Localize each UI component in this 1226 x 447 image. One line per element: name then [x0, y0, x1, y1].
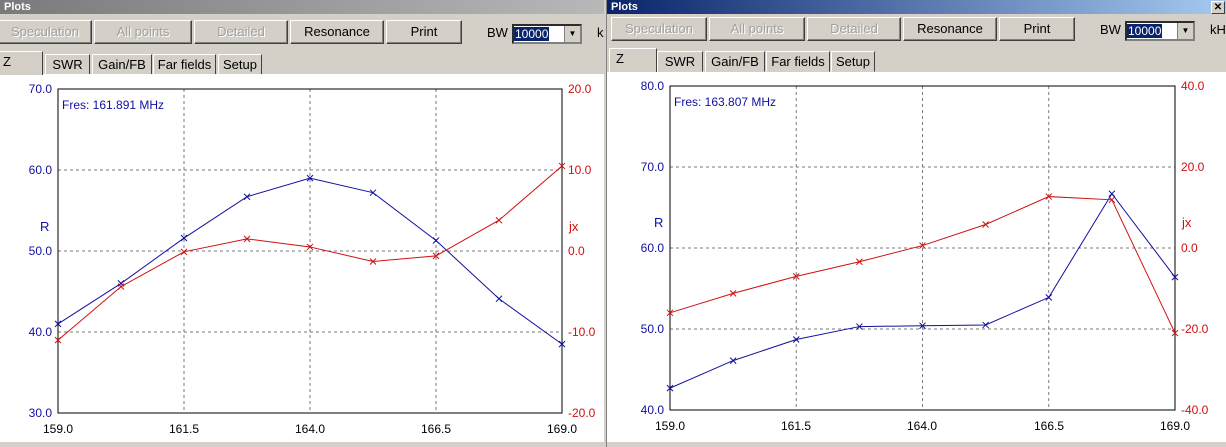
resonance-button[interactable]: Resonance — [290, 20, 384, 44]
x-tick-label: 169.0 — [1160, 419, 1190, 433]
y-left-tick-label: 60.0 — [641, 241, 665, 255]
y-right-axis-label: jx — [1181, 215, 1192, 230]
tab-z[interactable]: Z — [0, 51, 43, 75]
data-point-r — [243, 193, 251, 201]
chevron-down-icon[interactable]: ▼ — [1177, 23, 1193, 39]
y-right-tick-label: -10.0 — [568, 325, 596, 339]
window-titlebar[interactable]: Plots — [0, 0, 604, 14]
x-tick-label: 159.0 — [43, 422, 73, 436]
x-tick-label: 161.5 — [781, 419, 811, 433]
y-left-axis-label: R — [40, 219, 49, 234]
status-strip — [607, 442, 1226, 447]
y-left-axis-label: R — [654, 215, 663, 230]
y-right-tick-label: 40.0 — [1181, 79, 1205, 93]
tab-far-fields[interactable]: Far fields — [153, 54, 216, 75]
window-title: Plots — [611, 1, 638, 13]
y-left-tick-labels: 80.0 70.0 60.0 50.0 40.0 — [641, 79, 665, 417]
x-tick-label: 169.0 — [547, 422, 577, 436]
y-left-tick-label: 30.0 — [29, 406, 53, 420]
close-icon[interactable]: ✕ — [1211, 1, 1225, 14]
y-right-tick-labels: 20.0 10.0 0.0 -10.0 -20.0 — [568, 82, 596, 420]
x-tick-label: 159.0 — [655, 419, 685, 433]
data-point-r — [729, 357, 737, 364]
x-tick-labels: 159.0 161.5 164.0 166.5 169.0 — [43, 422, 577, 436]
chevron-down-icon[interactable]: ▼ — [564, 26, 580, 42]
y-right-tick-label: -20.0 — [1181, 322, 1209, 336]
plot-area: 159.0 161.5 164.0 166.5 169.0 80.0 70.0 … — [607, 72, 1226, 447]
y-left-tick-label: 60.0 — [29, 163, 53, 177]
status-strip — [0, 442, 604, 447]
y-left-tick-label: 50.0 — [641, 322, 665, 336]
impedance-chart: 159.0 161.5 164.0 166.5 169.0 80.0 70.0 … — [641, 79, 1209, 433]
print-button[interactable]: Print — [386, 20, 462, 44]
y-right-tick-label: 10.0 — [568, 163, 592, 177]
impedance-chart: 159.0 161.5 164.0 166.5 169.0 70.0 60.0 … — [29, 82, 596, 436]
plot-area: 159.0 161.5 164.0 166.5 169.0 70.0 60.0 … — [0, 74, 604, 447]
y-left-tick-label: 40.0 — [29, 325, 53, 339]
speculation-button[interactable]: Speculation — [0, 20, 92, 44]
bw-label: BW — [487, 25, 508, 40]
x-tick-label: 166.5 — [421, 422, 451, 436]
data-point-jx — [982, 221, 989, 228]
data-point-jx — [729, 290, 737, 297]
data-point-r — [1108, 190, 1116, 198]
y-right-tick-label: -40.0 — [1181, 403, 1209, 417]
tab-swr[interactable]: SWR — [657, 51, 703, 72]
x-tick-label: 164.0 — [295, 422, 325, 436]
x-tick-label: 164.0 — [907, 419, 937, 433]
bw-unit: kHz — [1210, 22, 1226, 37]
tab-setup[interactable]: Setup — [218, 54, 262, 75]
detailed-button[interactable]: Detailed — [807, 17, 901, 41]
y-left-tick-labels: 70.0 60.0 50.0 40.0 30.0 — [29, 82, 53, 420]
y-right-tick-label: 20.0 — [568, 82, 592, 96]
resonance-frequency-label: Fres: 163.807 MHz — [674, 95, 776, 109]
tab-gain-fb[interactable]: Gain/FB — [92, 54, 152, 75]
print-button[interactable]: Print — [999, 17, 1075, 41]
grid-lines — [58, 89, 562, 413]
tab-z[interactable]: Z — [609, 48, 657, 72]
x-tick-label: 166.5 — [1034, 419, 1064, 433]
tab-setup[interactable]: Setup — [831, 51, 875, 72]
bw-select[interactable]: 10000 ▼ — [1125, 21, 1195, 41]
window-title: Plots — [4, 1, 31, 13]
y-left-tick-label: 70.0 — [29, 82, 53, 96]
x-tick-label: 161.5 — [169, 422, 199, 436]
bw-select[interactable]: 10000 ▼ — [512, 24, 582, 44]
y-right-tick-label: 20.0 — [1181, 160, 1205, 174]
data-point-jx — [117, 283, 125, 290]
data-point-r — [1045, 294, 1053, 301]
y-right-tick-label: -20.0 — [568, 406, 596, 420]
x-tick-labels: 159.0 161.5 164.0 166.5 169.0 — [655, 419, 1190, 433]
plots-window-right: Plots ✕ Speculation All points Detailed … — [606, 0, 1226, 447]
plots-window-left: Plots Speculation All points Detailed Re… — [0, 0, 604, 447]
speculation-button[interactable]: Speculation — [611, 17, 707, 41]
detailed-button[interactable]: Detailed — [194, 20, 288, 44]
resonance-frequency-label: Fres: 161.891 MHz — [62, 98, 164, 112]
all-points-button[interactable]: All points — [94, 20, 192, 44]
tab-swr[interactable]: SWR — [45, 54, 90, 75]
y-right-axis-label: jx — [568, 219, 579, 234]
bw-value: 10000 — [514, 27, 550, 41]
grid-lines — [670, 86, 1175, 410]
tab-gain-fb[interactable]: Gain/FB — [705, 51, 765, 72]
y-left-tick-label: 70.0 — [641, 160, 665, 174]
resonance-button[interactable]: Resonance — [903, 17, 997, 41]
y-right-tick-labels: 40.0 20.0 0.0 -20.0 -40.0 — [1181, 79, 1209, 417]
y-left-tick-label: 80.0 — [641, 79, 665, 93]
data-point-r — [432, 237, 440, 244]
bw-label: BW — [1100, 22, 1121, 37]
tab-far-fields[interactable]: Far fields — [766, 51, 830, 72]
data-point-jx — [495, 216, 503, 224]
all-points-button[interactable]: All points — [709, 17, 805, 41]
y-left-tick-label: 40.0 — [641, 403, 665, 417]
y-right-tick-label: 0.0 — [1181, 241, 1198, 255]
bw-unit: kHz — [597, 25, 604, 40]
data-point-r — [495, 295, 503, 303]
window-titlebar[interactable]: Plots ✕ — [607, 0, 1226, 14]
y-left-tick-label: 50.0 — [29, 244, 53, 258]
series-line-jx — [669, 196, 1176, 334]
y-right-tick-label: 0.0 — [568, 244, 585, 258]
bw-value: 10000 — [1127, 24, 1163, 38]
